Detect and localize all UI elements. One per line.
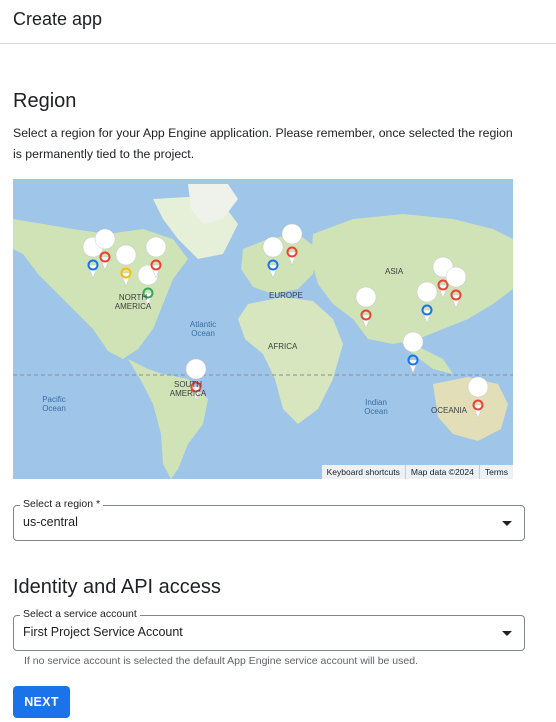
label-south-america: SOUTH AMERICA	[169, 380, 207, 398]
map-data-text: Map data ©2024	[404, 465, 479, 479]
dropdown-arrow-icon	[502, 521, 512, 526]
world-map-graphic	[13, 184, 513, 479]
identity-heading: Identity and API access	[13, 576, 221, 598]
region-description: Select a region for your App Engine appl…	[13, 126, 513, 161]
label-asia: ASIA	[385, 267, 404, 276]
service-account-hint: If no service account is selected the de…	[24, 655, 418, 667]
page-title: Create app	[13, 9, 103, 29]
service-account-select[interactable]: Select a service account First Project S…	[13, 608, 525, 651]
label-africa: AFRICA	[268, 342, 298, 351]
service-account-select-label: Select a service account	[20, 608, 140, 620]
label-europe: EUROPE	[269, 291, 303, 300]
label-oceania: OCEANIA	[431, 406, 468, 415]
dropdown-arrow-icon	[502, 631, 512, 636]
terms-link[interactable]: Terms	[478, 465, 513, 479]
keyboard-shortcuts-link[interactable]: Keyboard shortcuts	[322, 465, 405, 479]
top-bar: Create app	[0, 0, 556, 44]
region-select-label: Select a region *	[20, 498, 104, 510]
label-north-america: NORTH AMERICA	[114, 293, 152, 311]
service-account-select-value: First Project Service Account	[23, 625, 183, 639]
region-select-value: us-central	[23, 515, 78, 529]
region-heading: Region	[13, 90, 77, 112]
label-atlantic-ocean: Atlantic Ocean	[189, 320, 217, 338]
label-indian-ocean: Indian Ocean	[364, 398, 388, 416]
next-button[interactable]: NEXT	[13, 686, 70, 718]
map-attribution: Keyboard shortcuts Map data ©2024 Terms	[321, 465, 513, 479]
region-select[interactable]: Select a region * us-central	[13, 498, 525, 541]
region-map[interactable]: ASIA NORTH AMERICA EUROPE AFRICA SOUTH A…	[13, 179, 513, 479]
label-pacific-ocean: Pacific Ocean	[42, 395, 66, 413]
